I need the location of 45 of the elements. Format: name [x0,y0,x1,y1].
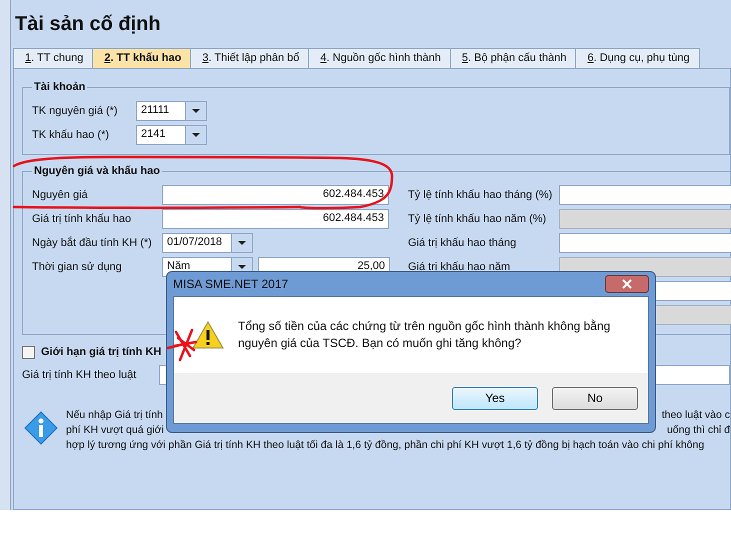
date-picker[interactable]: 01/07/2018 [162,233,253,253]
field-label: TK khấu hao (*) [32,129,110,141]
dialog-button[interactable]: Yes [452,386,538,410]
dialog-button[interactable]: No [552,386,638,410]
input-field[interactable]: 602.484.453 [162,185,389,205]
window-title: Tài sản cố định [14,12,162,36]
checkbox[interactable] [22,346,35,358]
tab[interactable]: 5. Bộ phận cấu thành [450,48,576,68]
dropdown-icon [231,234,252,252]
group-title: Tài khoản [33,81,86,93]
tab[interactable]: 3. Thiết lập phân bổ [190,48,310,68]
tab[interactable]: 6. Dụng cụ, phụ tùng [575,48,700,68]
field-label: Giá trị khấu hao tháng [408,237,518,249]
dropdown-icon [185,126,206,144]
checkbox-label: Giới hạn giá trị tính KH [41,346,162,358]
input-field[interactable] [559,233,731,253]
field-label: Giá trị tính KH theo luật [22,369,138,381]
field-label: Tỷ lệ tính khấu hao năm (%) [408,213,548,225]
annotation-drawing [166,328,198,362]
dialog-title: MISA SME.NET 2017 [173,277,288,291]
field-label: TK nguyên giá (*) [32,105,119,117]
warning-icon [192,320,224,350]
info-icon [24,411,58,445]
field-label: Giá trị khấu hao năm [408,261,512,273]
info-text: Nếu nhập Giá trị tính [66,409,163,423]
field-label: Tỷ lệ tính khấu hao tháng (%) [408,189,554,201]
group-title: Nguyên giá và khấu hao [33,165,161,177]
info-text: theo luật vào c [662,409,730,423]
input-field[interactable] [559,185,731,205]
field-label: Nguyên giá [32,189,89,201]
tab[interactable]: 1. TT chung [13,48,94,68]
field-label: Ngày bắt đầu tính KH (*) [32,237,153,249]
field-label: Giá trị tính khấu hao [32,213,132,225]
dropdown-icon [185,102,206,120]
info-text: phí KH vượt quá giới [66,424,164,438]
info-text: hợp lý tương ứng với phần Giá trị tính KH theo luật tối đa là 1,6 tỷ đồng, phần chi phí KH vượt 1,6 tỷ đồng bị hạch toán vào chi phí không [66,439,704,453]
input-field[interactable]: 602.484.453 [162,209,389,229]
info-text: uống thì chỉ đ [666,424,730,438]
tab[interactable]: 4. Nguồn gốc hình thành [308,48,451,68]
account-combo[interactable]: 2141 [136,125,207,145]
account-combo[interactable]: 21111 [136,101,207,121]
dialog-message: Tổng số tiền của các chứng từ trên nguồn gốc hình thành không bằng nguyên giá của TSCĐ. Bạn có muốn ghi tăng không? [238,318,612,352]
tab[interactable]: 2. TT khấu hao [92,48,192,68]
field-label: Thời gian sử dụng [32,261,123,273]
close-button[interactable] [605,275,649,293]
